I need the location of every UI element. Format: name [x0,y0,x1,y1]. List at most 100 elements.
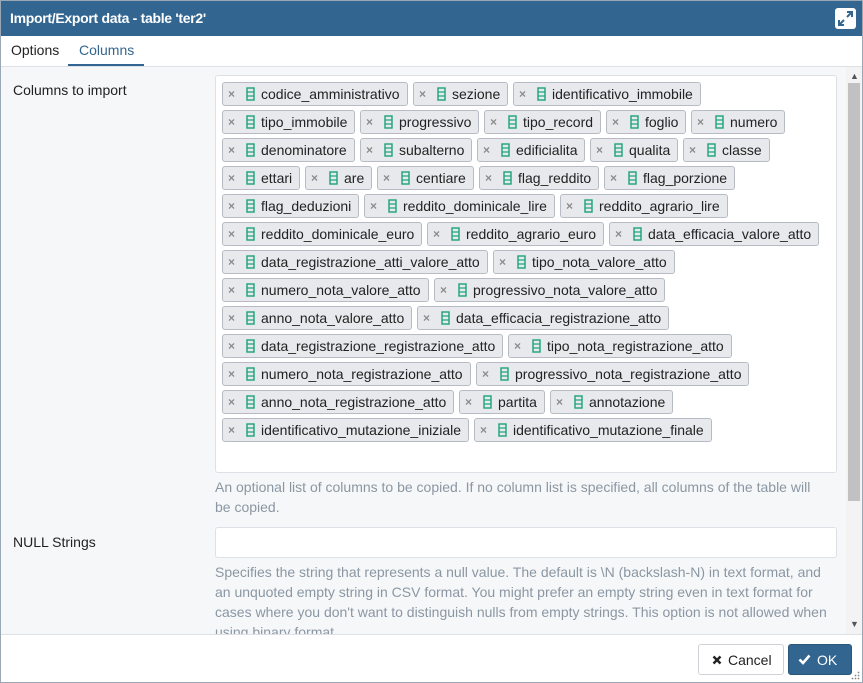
close-icon[interactable]: × [228,171,240,185]
column-chip[interactable]: × tipo_nota_valore_atto [493,250,675,274]
close-icon[interactable]: × [228,283,240,297]
column-chip[interactable]: × ettari [222,166,301,190]
null-strings-input[interactable] [215,527,837,558]
column-chip[interactable]: × flag_deduzioni [222,194,360,218]
close-icon[interactable]: × [482,367,494,381]
close-icon[interactable]: × [228,395,240,409]
column-chip[interactable]: × reddito_agrario_lire [560,194,728,218]
close-icon[interactable]: × [228,115,240,129]
column-icon [246,339,255,353]
close-icon[interactable]: × [556,395,568,409]
column-chip[interactable]: × subalterno [360,138,473,162]
column-icon [384,143,393,157]
column-chip[interactable]: × classe [683,138,770,162]
close-icon[interactable]: × [228,339,240,353]
column-chip[interactable]: × centiare [377,166,474,190]
close-icon[interactable]: × [483,143,495,157]
close-icon[interactable]: × [612,115,624,129]
close-icon[interactable]: × [440,283,452,297]
column-chip[interactable]: × data_registrazione_atti_valore_atto [222,250,488,274]
close-icon[interactable]: × [596,143,608,157]
columns-help-line: An optional list of columns to be copied… [215,479,811,495]
column-chip[interactable]: × tipo_nota_registrazione_atto [508,334,732,358]
close-icon[interactable]: × [433,227,445,241]
close-icon[interactable]: × [228,199,240,213]
column-chip[interactable]: × foglio [606,110,687,134]
scroll-down-icon[interactable]: ▼ [850,619,859,629]
close-icon[interactable]: × [519,87,531,101]
ok-button[interactable]: OK [788,644,852,675]
column-chip[interactable]: × codice_amministrativo [222,82,408,106]
column-chip-label: progressivo [399,114,472,130]
column-chip[interactable]: × data_registrazione_registrazione_atto [222,334,504,358]
close-icon[interactable]: × [366,143,378,157]
maximize-button[interactable] [835,8,856,29]
column-chip[interactable]: × qualita [590,138,679,162]
column-chip[interactable]: × progressivo_nota_registrazione_atto [476,362,750,386]
close-icon[interactable]: × [423,311,435,325]
tab-options[interactable]: Options [11,42,59,58]
close-icon[interactable]: × [697,115,709,129]
column-chip[interactable]: × flag_porzione [604,166,736,190]
column-chip[interactable]: × denominatore [222,138,355,162]
close-icon[interactable]: × [610,171,622,185]
close-icon[interactable]: × [499,255,511,269]
column-chip[interactable]: × edificialita [477,138,586,162]
column-chip[interactable]: × flag_reddito [479,166,600,190]
close-icon[interactable]: × [366,115,378,129]
close-icon[interactable]: × [566,199,578,213]
close-icon[interactable]: × [228,227,240,241]
column-chip[interactable]: × are [305,166,373,190]
cancel-button[interactable]: Cancel [698,644,784,675]
tab-columns[interactable]: Columns [79,42,134,58]
close-icon[interactable]: × [615,227,627,241]
close-icon[interactable]: × [228,367,240,381]
column-chip-label: flag_porzione [643,170,728,186]
column-chip[interactable]: × tipo_immobile [222,110,356,134]
column-chip[interactable]: × anno_nota_valore_atto [222,306,413,330]
close-icon[interactable]: × [228,311,240,325]
dialog-titlebar[interactable]: Import/Export data - table 'ter2' [1,1,862,36]
close-icon[interactable]: × [228,255,240,269]
columns-select[interactable]: × codice_amministrativo × sezione × identific… [215,75,837,473]
close-icon[interactable]: × [689,143,701,157]
column-chip-label: numero [730,114,778,130]
column-chip[interactable]: × progressivo [360,110,480,134]
close-icon[interactable]: × [480,423,492,437]
column-chip[interactable]: × sezione [413,82,509,106]
close-icon[interactable]: × [228,423,240,437]
close-icon[interactable]: × [383,171,395,185]
close-icon[interactable]: × [311,171,323,185]
close-icon[interactable]: × [370,199,382,213]
column-chip[interactable]: × progressivo_nota_valore_atto [434,278,666,302]
column-icon [246,311,255,325]
column-chip[interactable]: × identificativo_mutazione_iniziale [222,418,470,442]
close-icon[interactable]: × [419,87,431,101]
column-chip[interactable]: × reddito_dominicale_lire [364,194,555,218]
column-chip[interactable]: × identificativo_mutazione_finale [474,418,712,442]
resize-grip-icon[interactable] [851,671,860,680]
close-icon[interactable]: × [485,171,497,185]
column-chip[interactable]: × data_efficacia_registrazione_atto [417,306,670,330]
active-tab-indicator [68,64,144,66]
column-chip[interactable]: × tipo_record [484,110,602,134]
close-icon[interactable]: × [490,115,502,129]
column-chip[interactable]: × numero_nota_registrazione_atto [222,362,471,386]
column-chip[interactable]: × numero_nota_valore_atto [222,278,429,302]
column-chip[interactable]: × data_efficacia_valore_atto [609,222,820,246]
content-scrollbar[interactable]: ▲ ▼ [846,67,862,634]
scroll-up-icon[interactable]: ▲ [850,71,859,81]
scrollbar-thumb[interactable] [848,83,860,501]
column-chip[interactable]: × anno_nota_registrazione_atto [222,390,455,414]
column-chip[interactable]: × identificativo_immobile [513,82,701,106]
close-icon[interactable]: × [465,395,477,409]
column-chip[interactable]: × numero [691,110,786,134]
close-icon[interactable]: × [228,87,240,101]
column-chip[interactable]: × reddito_dominicale_euro [222,222,423,246]
close-icon[interactable]: × [514,339,526,353]
column-chip[interactable]: × partita [459,390,545,414]
column-icon [246,423,255,437]
column-chip[interactable]: × annotazione [550,390,674,414]
column-chip[interactable]: × reddito_agrario_euro [427,222,604,246]
close-icon[interactable]: × [228,143,240,157]
